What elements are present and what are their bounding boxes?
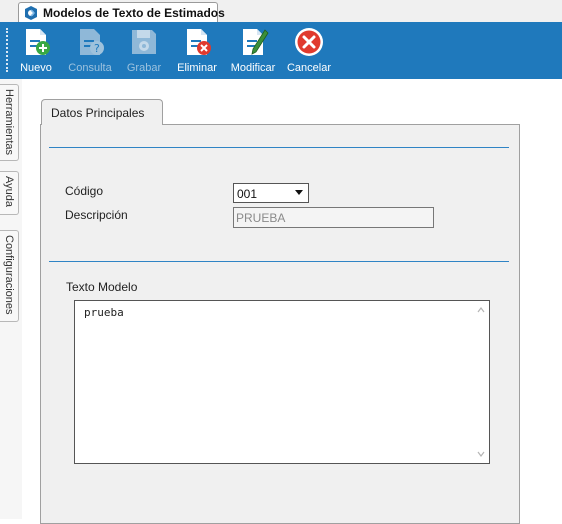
scroll-up-arrow-icon[interactable] bbox=[477, 306, 485, 314]
section-divider-top bbox=[49, 147, 509, 148]
nuevo-label: Nuevo bbox=[20, 62, 52, 74]
new-document-icon bbox=[26, 29, 50, 55]
window-title: Modelos de Texto de Estimados bbox=[43, 6, 225, 20]
eliminar-button[interactable]: Eliminar bbox=[175, 22, 219, 79]
consulta-label: Consulta bbox=[68, 62, 112, 74]
svg-text:?: ? bbox=[94, 42, 100, 55]
section-divider-middle bbox=[49, 261, 509, 262]
cancel-icon bbox=[295, 28, 323, 56]
texto-modelo-textarea[interactable]: prueba bbox=[74, 300, 490, 464]
codigo-value: 001 bbox=[237, 187, 258, 201]
descripcion-value: PRUEBA bbox=[236, 211, 286, 225]
modificar-button[interactable]: Modificar bbox=[228, 22, 278, 79]
scroll-down-arrow-icon[interactable] bbox=[477, 450, 485, 458]
side-tab-ayuda-label: Ayuda bbox=[3, 176, 15, 207]
side-tab-strip: Herramientas Ayuda Configuraciones bbox=[0, 79, 22, 519]
texto-modelo-value: prueba bbox=[84, 306, 124, 319]
consulta-button[interactable]: ? Consulta bbox=[66, 22, 114, 79]
window-tab[interactable]: Modelos de Texto de Estimados bbox=[18, 2, 225, 22]
grabar-label: Grabar bbox=[126, 62, 162, 74]
edit-document-icon bbox=[243, 29, 269, 55]
descripcion-label: Descripción bbox=[65, 208, 128, 222]
codigo-label: Código bbox=[65, 184, 104, 198]
save-disk-icon bbox=[132, 30, 156, 54]
eliminar-label: Eliminar bbox=[177, 62, 217, 74]
toolbar: Nuevo ? Consulta Grabar Eliminar Modific… bbox=[0, 22, 562, 79]
app-logo-icon bbox=[25, 6, 37, 20]
side-tab-configuraciones-label: Configuraciones bbox=[3, 235, 15, 315]
query-document-icon: ? bbox=[80, 29, 104, 55]
side-tab-configuraciones[interactable]: Configuraciones bbox=[0, 230, 19, 322]
side-tab-herramientas-label: Herramientas bbox=[3, 89, 15, 156]
texto-modelo-scrollbar[interactable] bbox=[473, 301, 489, 463]
nuevo-button[interactable]: Nuevo bbox=[17, 22, 55, 79]
codigo-select[interactable]: 001 bbox=[233, 183, 309, 203]
tab-datos-principales[interactable]: Datos Principales bbox=[41, 99, 163, 125]
grabar-button[interactable]: Grabar bbox=[124, 22, 164, 79]
window-tab-bar: Modelos de Texto de Estimados bbox=[0, 0, 562, 23]
texto-modelo-label: Texto Modelo bbox=[66, 280, 138, 294]
side-tab-ayuda[interactable]: Ayuda bbox=[0, 171, 19, 215]
chevron-down-icon bbox=[295, 190, 303, 195]
modificar-label: Modificar bbox=[230, 62, 276, 74]
tab-datos-principales-label: Datos Principales bbox=[51, 106, 145, 120]
cancelar-label: Cancelar bbox=[286, 62, 332, 74]
delete-document-icon bbox=[187, 29, 211, 55]
toolbar-grip[interactable] bbox=[6, 28, 10, 72]
side-tab-herramientas[interactable]: Herramientas bbox=[0, 84, 19, 161]
descripcion-field[interactable]: PRUEBA bbox=[233, 207, 434, 228]
cancelar-button[interactable]: Cancelar bbox=[284, 22, 334, 79]
